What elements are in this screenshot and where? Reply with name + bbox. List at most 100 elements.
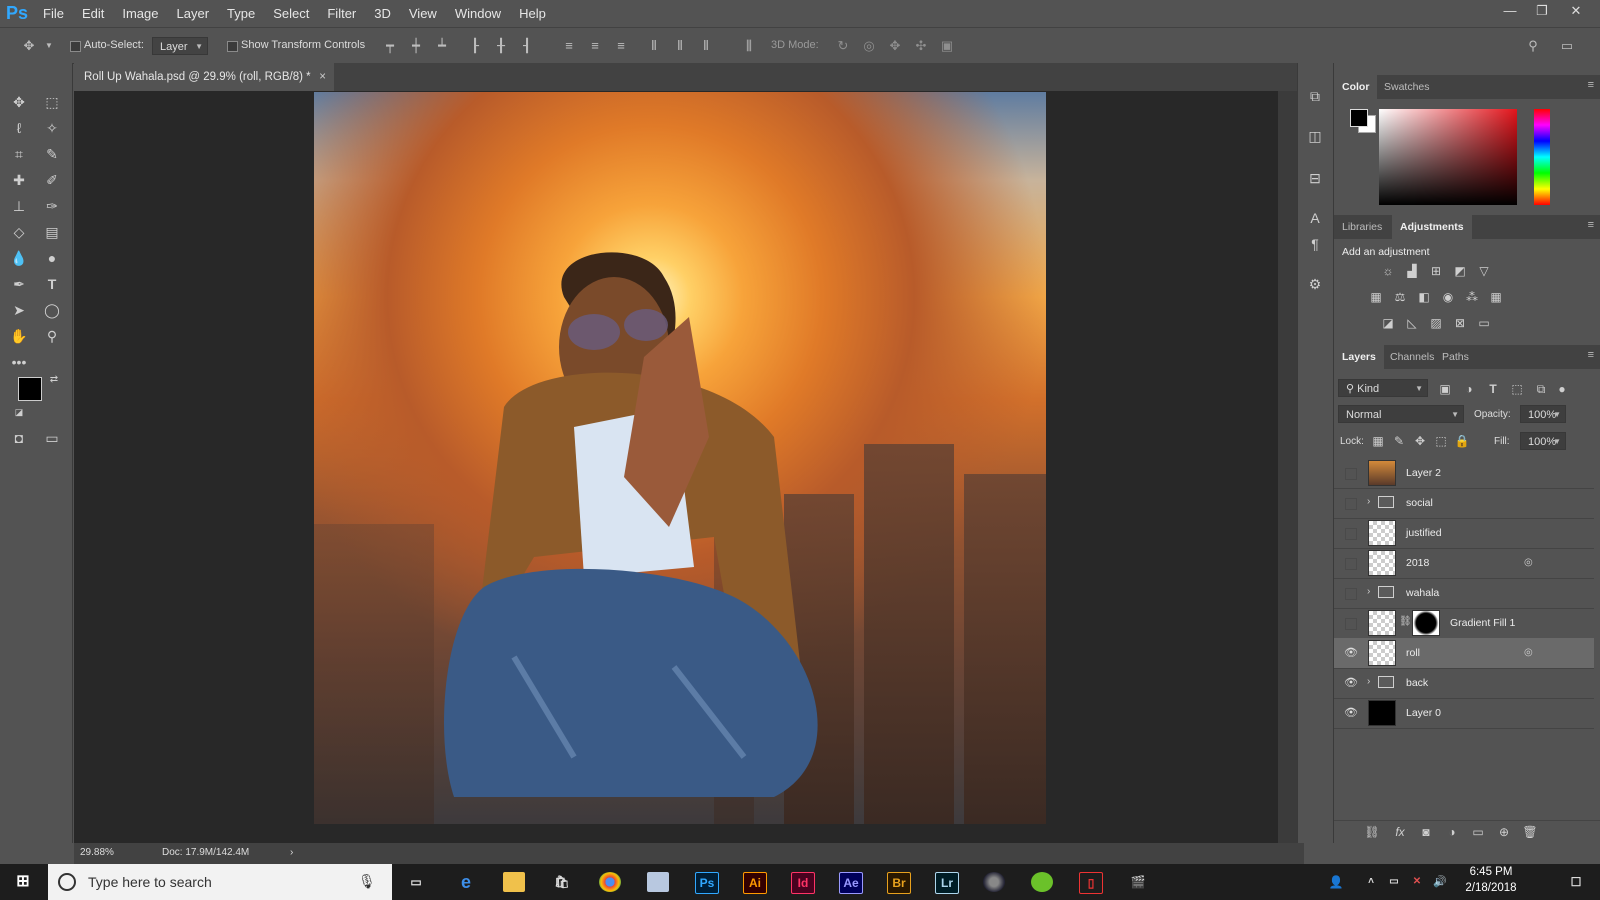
store-icon[interactable]: 🛍: [551, 872, 573, 892]
tab-color[interactable]: Color: [1334, 75, 1378, 99]
lightroom-icon[interactable]: Lr: [935, 872, 959, 894]
people-icon[interactable]: 👤: [1325, 872, 1347, 892]
filter-toggle-icon[interactable]: ●: [1554, 381, 1570, 397]
layer-row[interactable]: justified: [1334, 518, 1594, 549]
opacity-input[interactable]: 100% ▼: [1520, 405, 1566, 423]
lock-artboard-icon[interactable]: ⬚: [1433, 433, 1449, 449]
history-brush-icon[interactable]: ✑: [40, 195, 64, 217]
eye-icon[interactable]: 👁: [1344, 707, 1358, 719]
orbit-3d-icon[interactable]: ↻: [834, 37, 852, 55]
gradient-tool-icon[interactable]: ▤: [40, 221, 64, 243]
auto-select-checkbox[interactable]: [70, 41, 81, 52]
tab-layers[interactable]: Layers: [1334, 345, 1384, 369]
marquee-tool-icon[interactable]: ⬚: [40, 91, 64, 113]
clock-time[interactable]: 6:45 PM: [1458, 866, 1524, 878]
color-field[interactable]: [1379, 109, 1517, 205]
cinema4d-icon[interactable]: [983, 872, 1005, 892]
new-group-icon[interactable]: ▭: [1470, 824, 1486, 840]
layer-row[interactable]: › social: [1334, 488, 1594, 519]
delete-layer-icon[interactable]: 🗑: [1522, 824, 1538, 840]
character-icon[interactable]: A: [1303, 207, 1327, 229]
smart-filter-icon[interactable]: ◎: [1524, 647, 1533, 658]
link-layers-icon[interactable]: ⛓: [1364, 824, 1380, 840]
hue-saturation-icon[interactable]: ▦: [1368, 289, 1384, 305]
bridge-icon[interactable]: Br: [887, 872, 911, 894]
hand-tool-icon[interactable]: ✋: [7, 325, 31, 347]
menu-select[interactable]: Select: [264, 0, 318, 27]
quick-mask-icon[interactable]: ◘: [7, 427, 31, 449]
photoshop-taskbar-icon[interactable]: Ps: [695, 872, 719, 894]
close-tab-icon[interactable]: ×: [319, 63, 326, 91]
distribute-hcenter-icon[interactable]: ⦀: [671, 37, 689, 55]
eraser-tool-icon[interactable]: ◇: [7, 221, 31, 243]
app-red-icon[interactable]: ▯: [1079, 872, 1103, 894]
smart-filter-icon[interactable]: ◎: [1524, 557, 1533, 568]
restore-icon[interactable]: ❐: [1526, 0, 1558, 22]
align-vcenter-icon[interactable]: ┿: [407, 37, 425, 55]
lock-image-icon[interactable]: ✎: [1391, 433, 1407, 449]
layer-row[interactable]: › wahala: [1334, 578, 1594, 609]
layer-row[interactable]: Layer 2: [1334, 458, 1594, 489]
ellipse-tool-icon[interactable]: ◯: [40, 299, 64, 321]
clock-date[interactable]: 2/18/2018: [1458, 882, 1524, 894]
roll-3d-icon[interactable]: ◎: [860, 37, 878, 55]
visibility-toggle[interactable]: [1345, 618, 1357, 630]
tab-paths[interactable]: Paths: [1434, 345, 1477, 369]
volume-icon[interactable]: 🔊: [1429, 872, 1451, 892]
zoom-tool-icon[interactable]: ⚲: [40, 325, 64, 347]
menu-window[interactable]: Window: [446, 0, 510, 27]
battery-icon[interactable]: ▭: [1383, 872, 1405, 892]
notifications-icon[interactable]: ☐: [1565, 872, 1587, 892]
document-tab[interactable]: Roll Up Wahala.psd @ 29.9% (roll, RGB/8)…: [74, 63, 334, 91]
visibility-toggle[interactable]: [1345, 528, 1357, 540]
network-icon[interactable]: ✕: [1406, 872, 1428, 892]
photo-filter-icon[interactable]: ◉: [1440, 289, 1456, 305]
layer-style-icon[interactable]: fx: [1392, 824, 1408, 840]
panel-menu-icon[interactable]: ≡: [1588, 219, 1594, 231]
brightness-icon[interactable]: ☼: [1380, 263, 1396, 279]
chevron-right-icon[interactable]: ›: [1367, 586, 1370, 597]
distribute-bottom-icon[interactable]: ≡: [612, 37, 630, 55]
lock-transparent-icon[interactable]: ▦: [1370, 433, 1386, 449]
curves-icon[interactable]: ⊞: [1428, 263, 1444, 279]
chrome-icon[interactable]: [599, 872, 621, 892]
photos-icon[interactable]: [647, 872, 669, 892]
threshold-icon[interactable]: ▨: [1428, 315, 1444, 331]
slide-3d-icon[interactable]: ✣: [912, 37, 930, 55]
vibrance-icon[interactable]: ▽: [1476, 263, 1492, 279]
eye-icon[interactable]: 👁: [1344, 677, 1358, 689]
menu-layer[interactable]: Layer: [168, 0, 219, 27]
visibility-toggle[interactable]: [1345, 468, 1357, 480]
move-tool-icon[interactable]: ✥: [7, 91, 31, 113]
move-tool-icon[interactable]: ✥: [20, 37, 38, 55]
invert-icon[interactable]: ◪: [1380, 315, 1396, 331]
filter-smart-object-icon[interactable]: ⧉: [1533, 381, 1549, 397]
hue-slider[interactable]: [1534, 109, 1550, 205]
channel-mixer-icon[interactable]: ⁂: [1464, 289, 1480, 305]
lock-all-icon[interactable]: 🔒: [1454, 433, 1470, 449]
indesign-icon[interactable]: Id: [791, 872, 815, 894]
black-white-icon[interactable]: ◧: [1416, 289, 1432, 305]
tab-libraries[interactable]: Libraries: [1334, 215, 1390, 239]
more-tools-icon[interactable]: •••: [7, 351, 31, 373]
app-green-icon[interactable]: [1031, 872, 1053, 892]
distribute-left-icon[interactable]: ⦀: [645, 37, 663, 55]
artwork-canvas[interactable]: [314, 92, 1046, 824]
screen-mode-icon[interactable]: ▭: [40, 427, 64, 449]
crop-tool-icon[interactable]: ⌗: [7, 143, 31, 165]
filter-shape-icon[interactable]: ⬚: [1509, 381, 1525, 397]
history-icon[interactable]: ⧉: [1303, 85, 1327, 107]
lock-position-icon[interactable]: ✥: [1412, 433, 1428, 449]
selective-color-icon[interactable]: ⊠: [1452, 315, 1468, 331]
properties-icon[interactable]: ◫: [1303, 125, 1327, 147]
eye-icon[interactable]: 👁: [1344, 647, 1358, 659]
visibility-toggle[interactable]: [1345, 558, 1357, 570]
align-left-icon[interactable]: ┠: [466, 37, 484, 55]
lasso-tool-icon[interactable]: ℓ: [7, 117, 31, 139]
filter-type-icon[interactable]: T: [1485, 381, 1501, 397]
visibility-toggle[interactable]: [1345, 588, 1357, 600]
filter-adjustment-icon[interactable]: ◑: [1461, 381, 1477, 397]
illustrator-icon[interactable]: Ai: [743, 872, 767, 894]
foreground-color-swatch[interactable]: [18, 377, 42, 401]
align-right-icon[interactable]: ┨: [518, 37, 536, 55]
